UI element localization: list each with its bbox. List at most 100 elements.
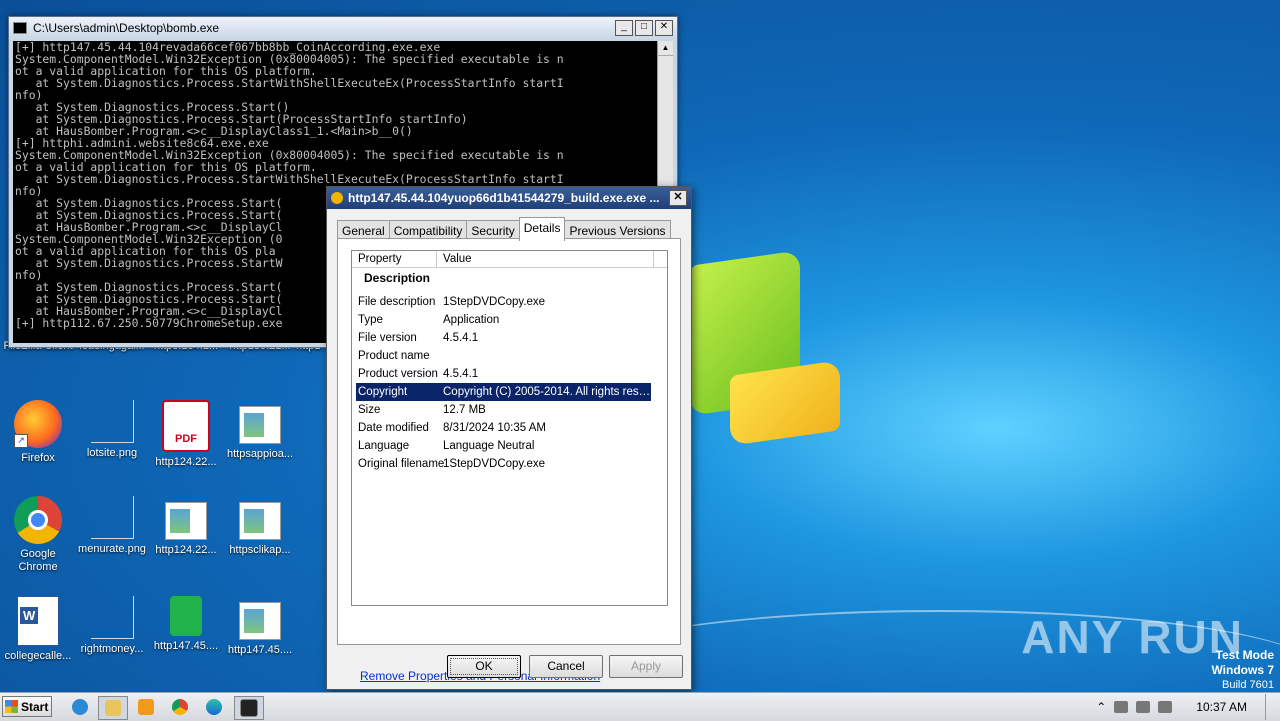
icon-label: Firefox — [21, 452, 55, 464]
exe-file-icon — [239, 502, 281, 540]
maximize-button[interactable]: □ — [635, 20, 653, 36]
icon-label: httpsappioa... — [226, 448, 294, 460]
windows-flag-icon — [5, 700, 18, 713]
details-panel: Property Value Description File descript… — [337, 238, 681, 683]
console-icon — [13, 22, 27, 34]
details-list[interactable]: Property Value Description File descript… — [351, 250, 668, 606]
console-taskbar-button[interactable] — [234, 696, 264, 720]
desktop-icon-exe[interactable]: httpsappioa... — [222, 400, 298, 461]
desktop-icon-exe[interactable]: httpsclikap... — [222, 496, 298, 557]
folder-icon — [105, 700, 121, 716]
test-mode-line: Test Mode — [1215, 648, 1274, 662]
property-value: 1StepDVDCopy.exe — [443, 458, 546, 470]
network-icon[interactable] — [1136, 701, 1151, 713]
media-player-taskbar-button[interactable] — [132, 696, 160, 718]
property-name: File version — [358, 332, 417, 344]
icon-label: httpsclikap... — [229, 544, 291, 556]
volume-icon[interactable] — [1114, 701, 1129, 713]
internet-explorer-icon — [72, 699, 88, 715]
png-file-icon — [90, 496, 134, 539]
section-heading: Description — [364, 271, 431, 285]
chrome-icon — [14, 496, 62, 544]
property-row[interactable]: Language Language Neutral — [356, 437, 651, 455]
tab-details[interactable]: Details — [518, 217, 566, 241]
chrome-taskbar-button[interactable] — [166, 696, 194, 718]
edge-taskbar-button[interactable] — [200, 696, 228, 718]
property-value: 12.7 MB — [443, 404, 486, 416]
property-name: Product name — [358, 350, 430, 362]
cancel-button[interactable]: Cancel — [529, 655, 603, 678]
show-hidden-icons-icon[interactable]: ⌃ — [1096, 700, 1106, 714]
console-line: at System.Diagnostics.Process.StartWithS… — [15, 76, 564, 90]
word-doc-icon: W — [17, 596, 59, 646]
property-row[interactable]: Size 12.7 MB — [356, 401, 651, 419]
dialog-titlebar[interactable]: http147.45.44.104yuop66d1b41544279_build… — [327, 187, 691, 209]
build-line: Build 7601 — [1222, 679, 1274, 691]
exe-file-icon — [239, 602, 281, 640]
property-row[interactable]: File version 4.5.4.1 — [356, 329, 651, 347]
close-button[interactable]: ✕ — [669, 190, 687, 206]
icon-label: menurate.png — [78, 543, 146, 555]
property-name: Date modified — [358, 422, 429, 434]
png-file-icon — [90, 400, 134, 443]
start-button[interactable]: Start — [2, 696, 52, 717]
windows-logo — [690, 248, 850, 446]
desktop-icon-exe[interactable]: http124.22... — [148, 496, 224, 557]
action-center-flag-icon[interactable] — [1158, 701, 1173, 713]
pdf-file-icon: PDF — [162, 400, 210, 452]
desktop-icon-png[interactable]: lotsite.png — [74, 400, 150, 460]
test-mode-label: Test Mode Windows 7 Build 7601 — [1211, 648, 1274, 692]
desktop-icon-chrome[interactable]: Google Chrome — [0, 496, 76, 574]
windows-version-line: Windows 7 — [1211, 663, 1274, 677]
property-row[interactable]: Date modified 8/31/2024 10:35 AM — [356, 419, 651, 437]
ie-taskbar-button[interactable] — [66, 696, 94, 718]
column-header-value[interactable]: Value — [437, 251, 654, 267]
property-name: File description — [358, 296, 436, 308]
firefox-icon: ↗ — [14, 400, 62, 448]
ok-button[interactable]: OK — [447, 655, 521, 678]
leaf-app-icon — [170, 596, 202, 636]
property-value: Language Neutral — [443, 440, 535, 452]
desktop-icon-pdf[interactable]: PDF http124.22... — [148, 400, 224, 469]
apply-button[interactable]: Apply — [609, 655, 683, 678]
taskbar: Start ⌃ 10:37 AM — [0, 692, 1280, 721]
property-row[interactable]: Product version 4.5.4.1 — [356, 365, 651, 383]
console-title: C:\Users\admin\Desktop\bomb.exe — [33, 21, 220, 35]
desktop-icon-png[interactable]: menurate.png — [74, 496, 150, 556]
media-player-icon — [138, 699, 154, 715]
minimize-button[interactable]: _ — [615, 20, 633, 36]
column-header-property[interactable]: Property — [352, 251, 437, 267]
property-value: Copyright (C) 2005-2014. All rights rese… — [443, 386, 651, 398]
properties-dialog[interactable]: http147.45.44.104yuop66d1b41544279_build… — [326, 186, 692, 690]
icon-label: http124.22... — [155, 456, 217, 468]
property-row[interactable]: File description 1StepDVDCopy.exe — [356, 293, 651, 311]
icon-label: rightmoney... — [80, 643, 144, 655]
property-row[interactable]: Type Application — [356, 311, 651, 329]
icon-label: Google Chrome — [18, 548, 58, 573]
property-row[interactable]: Original filename 1StepDVDCopy.exe — [356, 455, 651, 473]
scroll-up-arrow-icon[interactable]: ▲ — [658, 41, 673, 56]
desktop-icon-exe[interactable]: http147.45.... — [222, 596, 298, 657]
property-rows: File description 1StepDVDCopy.exe Type Appl… — [352, 293, 667, 473]
desktop-icon-file[interactable]: rightmoney... — [74, 596, 150, 656]
property-name: Original filename — [358, 458, 445, 470]
list-header: Property Value — [352, 251, 667, 268]
file-icon — [331, 192, 343, 204]
desktop-icon-exe[interactable]: http147.45.... — [148, 596, 224, 653]
dialog-title: http147.45.44.104yuop66d1b41544279_build… — [348, 191, 660, 205]
desktop-icon-word[interactable]: W collegecalle... — [0, 596, 76, 663]
property-name: Size — [358, 404, 381, 416]
desktop-icon-firefox[interactable]: ↗ Firefox — [0, 400, 76, 465]
icon-label: http124.22... — [155, 544, 217, 556]
property-value: 4.5.4.1 — [443, 368, 479, 380]
property-row[interactable]: Copyright Copyright (C) 2005-2014. All ri… — [356, 383, 651, 401]
property-value: Application — [443, 314, 500, 326]
clock[interactable]: 10:37 AM — [1196, 700, 1247, 714]
show-desktop-button[interactable] — [1265, 694, 1276, 720]
property-name: Language — [358, 440, 410, 452]
console-titlebar[interactable]: C:\Users\admin\Desktop\bomb.exe _ □ ✕ — [9, 17, 677, 39]
explorer-taskbar-button[interactable] — [98, 696, 128, 720]
exe-file-icon — [165, 502, 207, 540]
property-row[interactable]: Product name — [356, 347, 651, 365]
close-button[interactable]: ✕ — [655, 20, 673, 36]
